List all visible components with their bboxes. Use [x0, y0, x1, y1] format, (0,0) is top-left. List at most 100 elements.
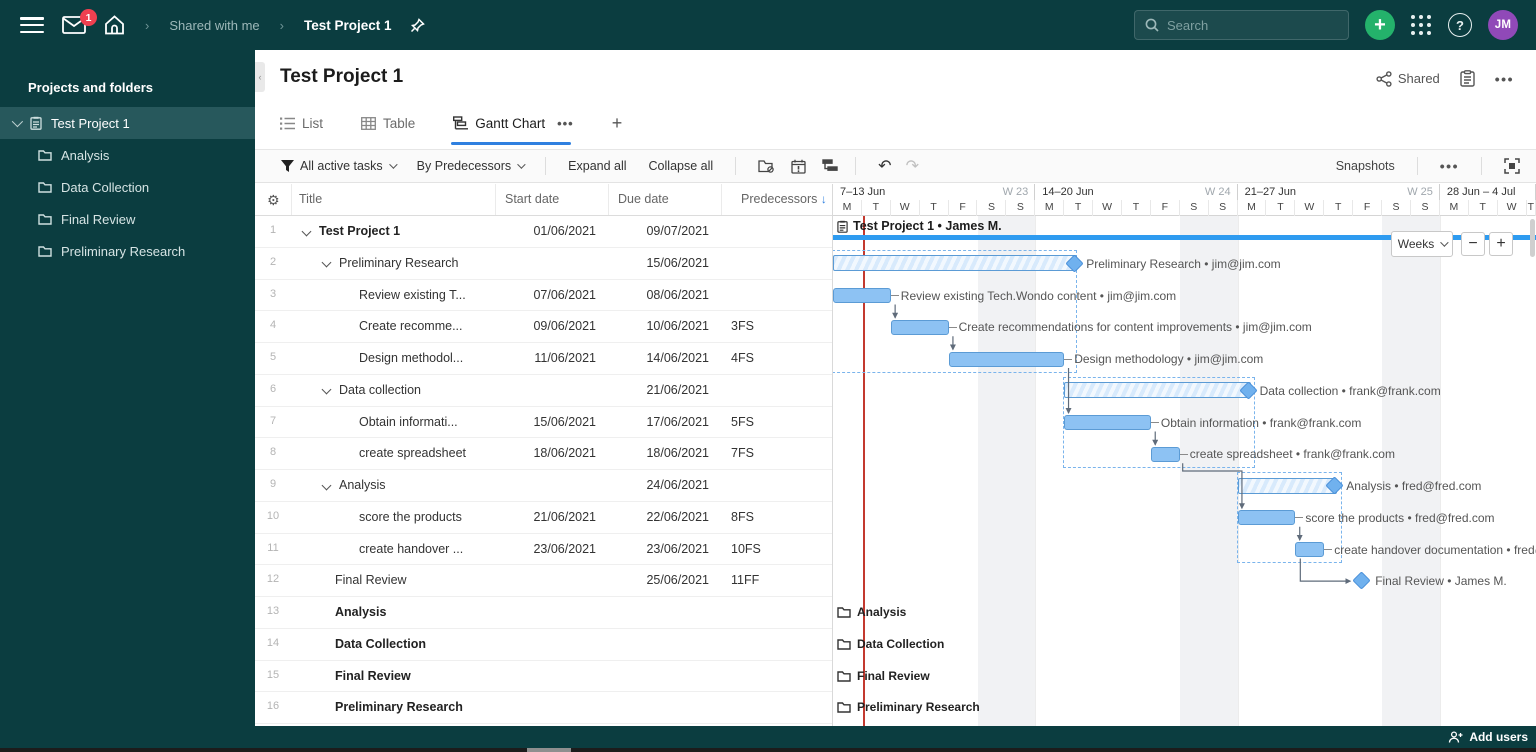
table-row[interactable]: 4 Create recomme... 09/06/2021 10/06/2021 3F… [255, 311, 832, 343]
task-title[interactable]: Design methodol... [291, 351, 494, 365]
column-due-date[interactable]: Due date [618, 192, 669, 206]
table-row[interactable]: 12 Final Review 25/06/2021 11FF [255, 565, 832, 597]
task-title[interactable]: Final Review [291, 669, 494, 683]
task-title[interactable]: Data collection [291, 383, 494, 397]
collapse-chevron-icon[interactable] [301, 226, 312, 236]
task-title[interactable]: Preliminary Research [291, 700, 494, 714]
table-row[interactable]: 10 score the products 21/06/2021 22/06/2021… [255, 502, 832, 534]
task-title[interactable]: create handover ... [291, 542, 494, 556]
predecessors-cell[interactable]: 11FF [731, 573, 759, 587]
due-date-cell[interactable]: 17/06/2021 [608, 415, 709, 429]
tab-gantt-chart[interactable]: Gantt Chart [451, 105, 572, 145]
gantt-task-bar[interactable] [948, 351, 1065, 367]
table-row[interactable]: 15 Final Review [255, 661, 832, 693]
task-title[interactable]: Final Review [291, 573, 494, 587]
predecessors-cell[interactable]: 5FS [731, 415, 754, 429]
predecessors-cell[interactable]: 10FS [731, 542, 761, 556]
table-row[interactable]: 16 Preliminary Research [255, 692, 832, 724]
start-date-cell[interactable]: 09/06/2021 [495, 319, 596, 333]
hide-folders-button[interactable] [758, 159, 775, 173]
search-input[interactable] [1167, 17, 1327, 33]
toolbar-overflow-button[interactable]: ••• [1440, 158, 1459, 174]
predecessors-cell[interactable]: 4FS [731, 351, 754, 365]
table-row[interactable]: 8 create spreadsheet 18/06/2021 18/06/2021 7… [255, 438, 832, 470]
sidebar-item-test-project-1[interactable]: Test Project 1 [0, 107, 255, 139]
table-row[interactable]: 5 Design methodol... 11/06/2021 14/06/2021 4… [255, 343, 832, 375]
sidebar-item-data-collection[interactable]: Data Collection [0, 171, 255, 203]
start-date-cell[interactable]: 21/06/2021 [495, 510, 596, 524]
start-date-cell[interactable]: 15/06/2021 [495, 415, 596, 429]
fullscreen-icon[interactable] [1504, 158, 1520, 174]
home-button[interactable] [104, 15, 125, 35]
gantt-task-bar[interactable] [833, 288, 891, 303]
table-row[interactable]: 9 Analysis 24/06/2021 [255, 470, 832, 502]
timescale-dropdown[interactable]: Weeks [1391, 231, 1453, 257]
sidebar-item-final-review[interactable]: Final Review [0, 203, 255, 235]
due-date-cell[interactable]: 25/06/2021 [608, 573, 709, 587]
task-title[interactable]: Analysis [291, 478, 494, 492]
due-date-cell[interactable]: 10/06/2021 [608, 319, 709, 333]
gantt-task-bar[interactable] [1237, 510, 1296, 526]
date-conflict-button[interactable] [791, 159, 806, 174]
tab-table[interactable]: Table [361, 105, 415, 141]
inbox-button[interactable]: 1 [62, 9, 97, 34]
gantt-summary-bar[interactable] [1064, 382, 1251, 399]
create-new-button[interactable]: + [1365, 10, 1395, 40]
expand-all-button[interactable]: Expand all [568, 159, 626, 173]
gantt-task-bar[interactable] [1064, 415, 1151, 430]
due-date-cell[interactable]: 14/06/2021 [608, 351, 709, 365]
start-date-cell[interactable]: 18/06/2021 [495, 446, 596, 460]
task-title[interactable]: Obtain informati... [291, 415, 494, 429]
table-row[interactable]: 13 Analysis [255, 597, 832, 629]
due-date-cell[interactable]: 09/07/2021 [608, 224, 709, 238]
table-row[interactable]: 2 Preliminary Research 15/06/2021 [255, 248, 832, 280]
collapse-chevron-icon[interactable] [321, 384, 332, 395]
column-title[interactable]: Title [299, 192, 322, 206]
user-avatar[interactable]: JM [1488, 10, 1518, 40]
header-overflow-button[interactable]: ••• [1495, 71, 1514, 87]
start-date-cell[interactable]: 07/06/2021 [495, 288, 596, 302]
due-date-cell[interactable]: 21/06/2021 [608, 383, 709, 397]
zoom-out-button[interactable]: − [1461, 232, 1485, 256]
start-date-cell[interactable]: 23/06/2021 [495, 542, 596, 556]
table-row[interactable]: 6 Data collection 21/06/2021 [255, 375, 832, 407]
task-title[interactable]: score the products [291, 510, 494, 524]
task-title[interactable]: Analysis [291, 605, 494, 619]
due-date-cell[interactable]: 24/06/2021 [608, 478, 709, 492]
gantt-summary-bar[interactable] [1237, 477, 1338, 494]
task-title[interactable]: Create recomme... [291, 319, 494, 333]
task-title[interactable]: Preliminary Research [291, 256, 494, 270]
table-row[interactable]: 1 Test Project 1 01/06/2021 09/07/2021 [255, 216, 832, 248]
predecessors-cell[interactable]: 3FS [731, 319, 754, 333]
tab-options-button[interactable]: ••• [557, 116, 574, 131]
task-title[interactable]: Data Collection [291, 637, 494, 651]
redo-button[interactable]: ↷ [906, 156, 919, 176]
tab-list[interactable]: List [280, 105, 323, 141]
zoom-in-button[interactable]: + [1489, 232, 1513, 256]
collapse-all-button[interactable]: Collapse all [649, 159, 714, 173]
task-title[interactable]: Review existing T... [291, 288, 494, 302]
column-start-date[interactable]: Start date [505, 192, 559, 206]
pin-icon[interactable] [410, 17, 425, 33]
table-row[interactable]: 3 Review existing T... 07/06/2021 08/06/202… [255, 280, 832, 312]
clipboard-icon[interactable] [1460, 70, 1475, 87]
collapse-chevron-icon[interactable] [321, 257, 332, 268]
filter-dropdown[interactable]: All active tasks [281, 159, 398, 173]
snapshots-button[interactable]: Snapshots [1336, 159, 1395, 173]
predecessors-cell[interactable]: 7FS [731, 446, 754, 460]
sort-dropdown[interactable]: By Predecessors [417, 159, 526, 173]
gantt-task-bar[interactable] [890, 319, 949, 335]
due-date-cell[interactable]: 18/06/2021 [608, 446, 709, 460]
gear-icon[interactable]: ⚙ [267, 192, 280, 209]
table-row[interactable]: 7 Obtain informati... 15/06/2021 17/06/2021… [255, 407, 832, 439]
collapse-chevron-icon[interactable] [321, 480, 332, 490]
due-date-cell[interactable]: 23/06/2021 [608, 542, 709, 556]
gantt-task-bar[interactable] [1295, 542, 1325, 557]
column-predecessors[interactable]: Predecessors ↓ [741, 192, 827, 206]
start-date-cell[interactable]: 01/06/2021 [495, 224, 596, 238]
milestone-diamond[interactable] [1352, 571, 1371, 590]
sidebar-item-preliminary-research[interactable]: Preliminary Research [0, 235, 255, 267]
gantt-task-bar[interactable] [1150, 446, 1180, 462]
task-title[interactable]: Test Project 1 [291, 224, 494, 238]
due-date-cell[interactable]: 22/06/2021 [608, 510, 709, 524]
